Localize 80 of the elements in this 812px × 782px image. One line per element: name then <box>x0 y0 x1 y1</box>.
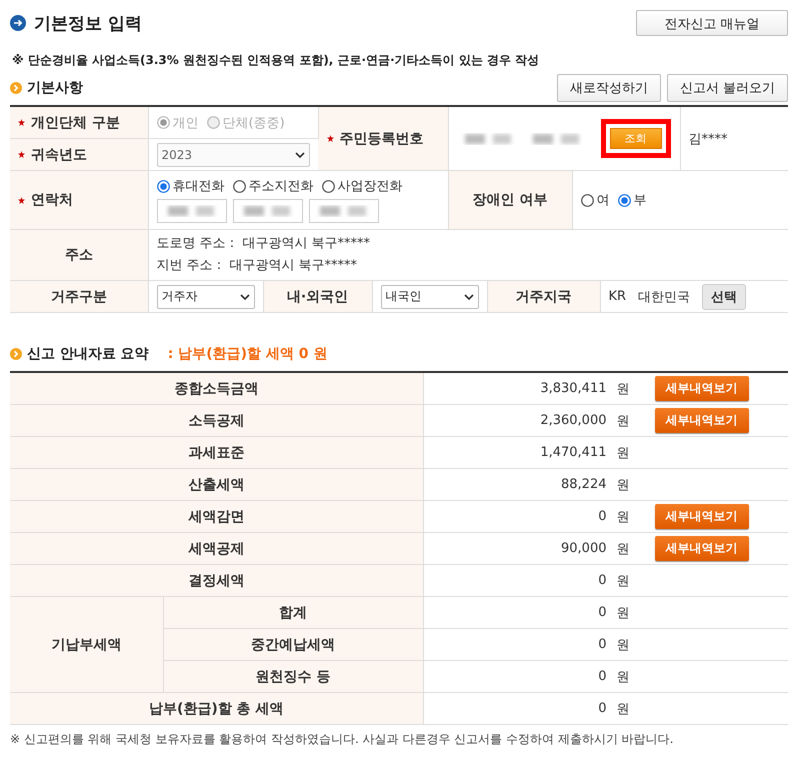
field-label: 장애인 여부 <box>472 192 548 208</box>
chevron-icon <box>10 348 22 360</box>
row-label: 원천징수 등 <box>256 668 330 684</box>
unit-text: 원 <box>616 380 630 398</box>
radio-label: 부 <box>634 192 646 209</box>
action-button[interactable]: 새로작성하기 <box>556 74 661 102</box>
total-tax-text: : 납부(환급)할 세액 0 원 <box>168 345 328 363</box>
residence-select[interactable]: 거주자 <box>156 284 254 308</box>
phone-field[interactable] <box>232 199 302 223</box>
unit-text: 원 <box>616 476 630 494</box>
amount-value: 1,470,411 <box>539 445 606 460</box>
radio-button[interactable] <box>618 194 630 206</box>
unit-text: 원 <box>616 572 630 590</box>
amount-value: 0 <box>597 509 606 524</box>
row-label: 소득공제 <box>188 412 244 428</box>
row-label: 합계 <box>279 604 307 620</box>
radio-label: 주소지전화 <box>248 178 314 195</box>
unit-text: 원 <box>616 444 630 462</box>
amount-value: 3,830,411 <box>539 381 606 396</box>
footer-note: ※ 신고편의를 위해 국세청 보유자료를 활용하여 작성하였습니다. 사실과 다른경우 신고서를 수정하여 제출하시기 바랍니다. <box>10 731 674 748</box>
amount-value: 0 <box>597 701 606 716</box>
taxpayer-name: 김**** <box>688 132 728 146</box>
chevron-icon <box>10 82 22 94</box>
amount-value: 0 <box>597 637 606 652</box>
manual-button[interactable]: 전자신고 매뉴얼 <box>636 10 788 36</box>
amount-value: 0 <box>597 605 606 620</box>
field-label: 거주지국 <box>516 288 572 304</box>
row-label: 산출세액 <box>188 476 244 492</box>
radio-label: 단체(종중) <box>222 114 285 132</box>
country-name: 대한민국 <box>638 288 690 306</box>
row-label: 납부(환급)할 총 세액 <box>148 700 284 716</box>
address-text: 지번 주소 : 대구광역시 북구***** <box>156 258 358 273</box>
radio-label: 휴대전화 <box>172 178 224 195</box>
country-code: KR <box>608 289 626 304</box>
unit-text: 원 <box>616 540 630 558</box>
caret-icon <box>240 294 250 300</box>
notice-text: ※ 단순경비율 사업소득(3.3% 원천징수된 인적용역 포함), 근로·연금·기타소득이 있는 경우 작성 <box>12 52 540 69</box>
field-label: 주소 <box>64 247 93 263</box>
field-label: 개인단체 구분 <box>31 114 120 132</box>
amount-value: 0 <box>597 669 606 684</box>
section-title: 신고 안내자료 요약 <box>27 345 149 363</box>
section-title: 기본사항 <box>27 79 83 97</box>
action-button[interactable]: 신고서 불러오기 <box>666 74 788 102</box>
radio-label: 여 <box>596 192 610 209</box>
field-label: 거주구분 <box>50 288 107 304</box>
field-label: 연락처 <box>31 191 73 209</box>
row-label: 세액감면 <box>188 508 244 524</box>
radio-button[interactable] <box>156 180 170 192</box>
caret-icon <box>464 294 474 300</box>
phone-field[interactable] <box>156 199 226 223</box>
unit-text: 원 <box>616 412 630 430</box>
select-button[interactable]: 선택 <box>702 284 746 310</box>
unit-text: 원 <box>616 700 630 718</box>
row-label: 종합소득금액 <box>174 380 258 396</box>
row-label: 결정세액 <box>188 572 244 588</box>
unit-text: 원 <box>616 604 630 622</box>
row-label: 과세표준 <box>188 444 244 460</box>
unit-text: 원 <box>616 668 630 686</box>
radio-button[interactable] <box>322 180 334 192</box>
radio-button[interactable] <box>580 194 594 206</box>
amount-value: 88,224 <box>560 477 606 492</box>
radio-label: 사업장전화 <box>338 178 402 195</box>
radio-label: 개인 <box>172 114 198 132</box>
field-label: 내·외국인 <box>286 288 348 304</box>
nationality-select[interactable]: 내국인 <box>380 284 478 308</box>
phone-field[interactable] <box>308 199 378 223</box>
address-text: 도로명 주소 : 대구광역시 북구***** <box>156 236 370 251</box>
amount-value: 0 <box>597 573 606 588</box>
caret-icon <box>295 152 305 158</box>
amount-value: 90,000 <box>560 541 606 556</box>
row-label: 기납부세액 <box>51 636 122 652</box>
page-title: 기본정보 입력 <box>34 12 142 34</box>
unit-text: 원 <box>616 636 630 654</box>
field-label: 주민등록번호 <box>340 130 424 148</box>
radio-button[interactable] <box>232 180 246 192</box>
unit-text: 원 <box>616 508 630 526</box>
field-label: 귀속년도 <box>31 146 87 164</box>
row-label: 세액공제 <box>188 540 244 556</box>
amount-value: 2,360,000 <box>539 413 606 428</box>
row-label: 중간예납세액 <box>251 636 335 652</box>
